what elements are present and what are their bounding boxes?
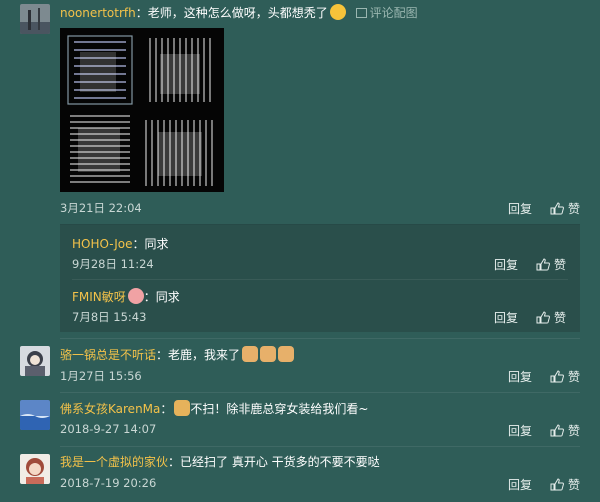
emoji-cat-icon — [278, 346, 295, 362]
username[interactable]: noonertotrfh — [60, 6, 136, 20]
reply-time: 7月8日 15:43 — [72, 310, 147, 324]
reply-thread: HOHO-Joe：同求 9月28日 11:24 回复 赞 FMIN敏呀 ：同求 7… — [60, 224, 580, 332]
comment-actions: 回复 赞 — [508, 200, 580, 217]
like-button[interactable]: 赞 — [536, 309, 566, 326]
comment-actions: 回复 赞 — [508, 476, 580, 493]
like-button[interactable]: 赞 — [550, 200, 580, 217]
like-label: 赞 — [567, 478, 580, 492]
comment-time: 2018-7-19 20:26 — [60, 476, 157, 490]
comment-item: noonertotrfh：老师，这种怎么做呀，头都想秃了 评论配图 3月21日 … — [0, 0, 600, 222]
like-button[interactable]: 赞 — [550, 476, 580, 493]
picture-icon — [355, 8, 367, 18]
reply-button[interactable]: 回复 — [508, 422, 532, 439]
divider — [72, 279, 568, 280]
comment-attached-image[interactable] — [60, 28, 224, 192]
comment-text: ：已经扫了 真开心 干货多的不要不要哒 — [168, 455, 380, 469]
reply-actions: 回复 赞 — [494, 256, 566, 273]
avatar[interactable] — [20, 346, 50, 376]
comment-text-line: 我是一个虚拟的家伙：已经扫了 真开心 干货多的不要不要哒 — [60, 454, 380, 470]
like-label: 赞 — [553, 258, 566, 272]
comment-item: 我是一个虚拟的家伙：已经扫了 真开心 干货多的不要不要哒 2018-7-19 2… — [0, 452, 600, 502]
reply-time: 9月28日 11:24 — [72, 257, 154, 271]
reply-text-line: HOHO-Joe：同求 — [72, 235, 169, 252]
avatar[interactable] — [20, 4, 50, 34]
comment-picture-link[interactable]: 评论配图 — [355, 6, 418, 20]
comment-item: 佛系女孩KarenMa： 不扫！除非鹿总穿女装给我们看~ 2018-9-27 14… — [0, 398, 600, 446]
thumbs-up-icon — [550, 424, 564, 437]
comment-text-line: 佛系女孩KarenMa： 不扫！除非鹿总穿女装给我们看~ — [60, 400, 368, 417]
thumbs-up-icon — [536, 258, 550, 271]
thumbs-up-icon — [550, 478, 564, 491]
reply-button[interactable]: 回复 — [508, 200, 532, 217]
emoji-cat-icon — [260, 346, 277, 362]
emoji-doge-icon — [174, 400, 191, 416]
reply-button[interactable]: 回复 — [494, 309, 518, 326]
username[interactable]: 我是一个虚拟的家伙 — [60, 455, 168, 469]
divider — [60, 446, 580, 447]
comment-time: 1月27日 15:56 — [60, 369, 142, 383]
reply-button[interactable]: 回复 — [494, 256, 518, 273]
like-button[interactable]: 赞 — [550, 368, 580, 385]
reply-button[interactable]: 回复 — [508, 368, 532, 385]
reply-actions: 回复 赞 — [494, 309, 566, 326]
like-label: 赞 — [567, 202, 580, 216]
emoji-cat-icon — [242, 346, 259, 362]
like-label: 赞 — [567, 424, 580, 438]
emoji-sweat-icon — [329, 4, 346, 20]
comment-item: 骆一锅总是不听话：老鹿，我来了 1月27日 15:56 回复 赞 — [0, 344, 600, 392]
username[interactable]: FMIN敏呀 — [72, 290, 126, 304]
comment-text-line: 骆一锅总是不听话：老鹿，我来了 — [60, 346, 295, 363]
thumbs-up-icon — [536, 311, 550, 324]
avatar[interactable] — [20, 454, 50, 484]
like-button[interactable]: 赞 — [550, 422, 580, 439]
comment-picture-label: 评论配图 — [369, 6, 418, 20]
reply-text: ：同求 — [143, 290, 180, 304]
divider — [60, 392, 580, 393]
comment-actions: 回复 赞 — [508, 422, 580, 439]
comment-text: 不扫！除非鹿总穿女装给我们看~ — [190, 402, 369, 416]
username[interactable]: 骆一锅总是不听话 — [60, 348, 156, 362]
username[interactable]: 佛系女孩KarenMa — [60, 402, 160, 416]
comment-text: ：老鹿，我来了 — [156, 348, 241, 362]
reply-button[interactable]: 回复 — [508, 476, 532, 493]
like-button[interactable]: 赞 — [536, 256, 566, 273]
comment-text-line: noonertotrfh：老师，这种怎么做呀，头都想秃了 评论配图 — [60, 4, 418, 21]
comment-text-prefix: ： — [160, 402, 173, 416]
reply-text-line: FMIN敏呀 ：同求 — [72, 288, 180, 305]
divider — [60, 338, 580, 339]
avatar[interactable] — [20, 400, 50, 430]
comment-actions: 回复 赞 — [508, 368, 580, 385]
comment-time: 3月21日 22:04 — [60, 201, 142, 215]
comment-time: 2018-9-27 14:07 — [60, 422, 157, 436]
emoji-love-icon — [127, 288, 144, 304]
like-label: 赞 — [553, 311, 566, 325]
reply-text: ：同求 — [132, 237, 169, 251]
comment-text: ：老师，这种怎么做呀，头都想秃了 — [135, 6, 328, 20]
thumbs-up-icon — [550, 370, 564, 383]
like-label: 赞 — [567, 370, 580, 384]
username[interactable]: HOHO-Joe — [72, 237, 133, 251]
thumbs-up-icon — [550, 202, 564, 215]
